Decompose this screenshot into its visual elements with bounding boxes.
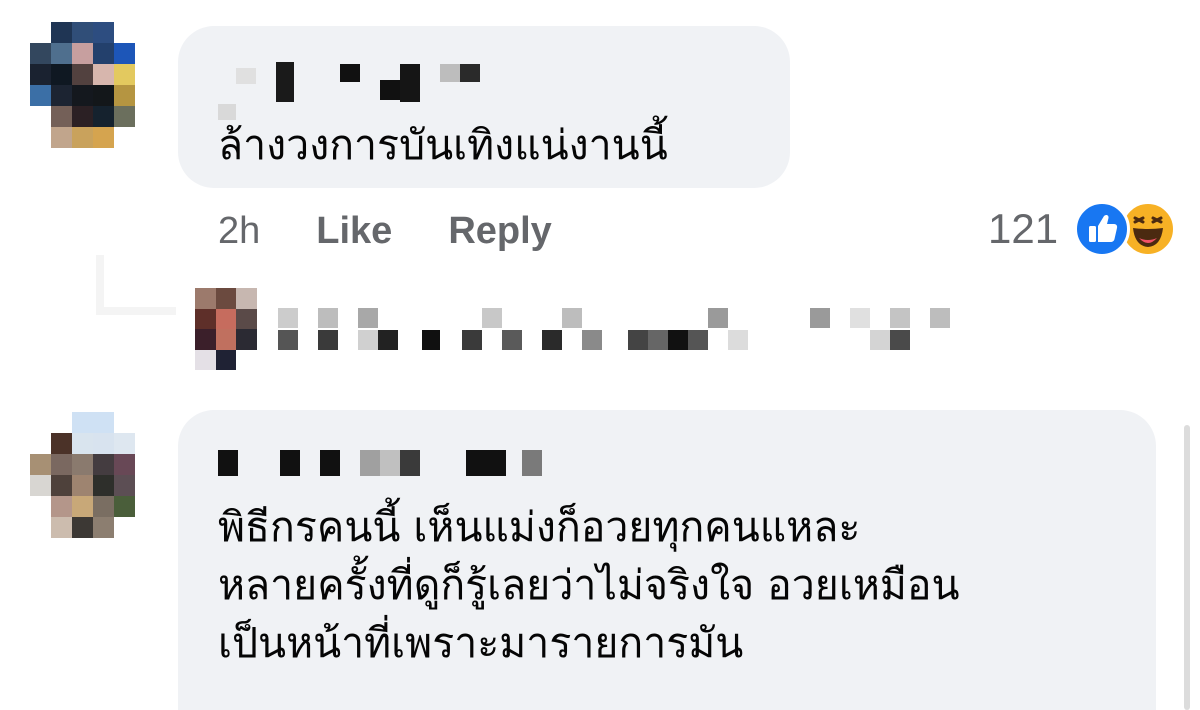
commenter-name-redacted[interactable] — [218, 450, 558, 476]
comment-text: ล้างวงการบันเทิงแน่งานนี้ — [218, 121, 668, 169]
comment-actions: 2h Like Reply — [218, 204, 608, 258]
avatar[interactable] — [30, 22, 156, 148]
comment-text-line: หลายครั้งที่ดูก็รู้เลยว่าไม่จริงใจ อวยเห… — [218, 561, 960, 609]
comment-text-line: พิธีกรคนนี้ เห็นแม่งก็อวยทุกคนแหละ — [218, 503, 861, 551]
comment-timestamp[interactable]: 2h — [218, 210, 260, 253]
reply-avatar[interactable] — [195, 288, 257, 370]
reply-thread-line — [96, 255, 176, 325]
reaction-count: 121 — [988, 205, 1059, 252]
like-button[interactable]: Like — [316, 210, 392, 253]
scrollbar[interactable] — [1184, 425, 1190, 710]
like-icon — [1074, 201, 1131, 257]
comment-text-line: เป็นหน้าที่เพราะมารายการมัน — [218, 619, 744, 667]
avatar[interactable] — [30, 412, 156, 538]
reaction-summary[interactable]: 121 — [988, 200, 1177, 258]
reply-preview-redacted[interactable] — [270, 308, 960, 354]
comment-text: พิธีกรคนนี้ เห็นแม่งก็อวยทุกคนแหละ หลายค… — [218, 498, 960, 672]
commenter-name-redacted[interactable] — [218, 62, 498, 120]
reply-button[interactable]: Reply — [448, 210, 551, 253]
